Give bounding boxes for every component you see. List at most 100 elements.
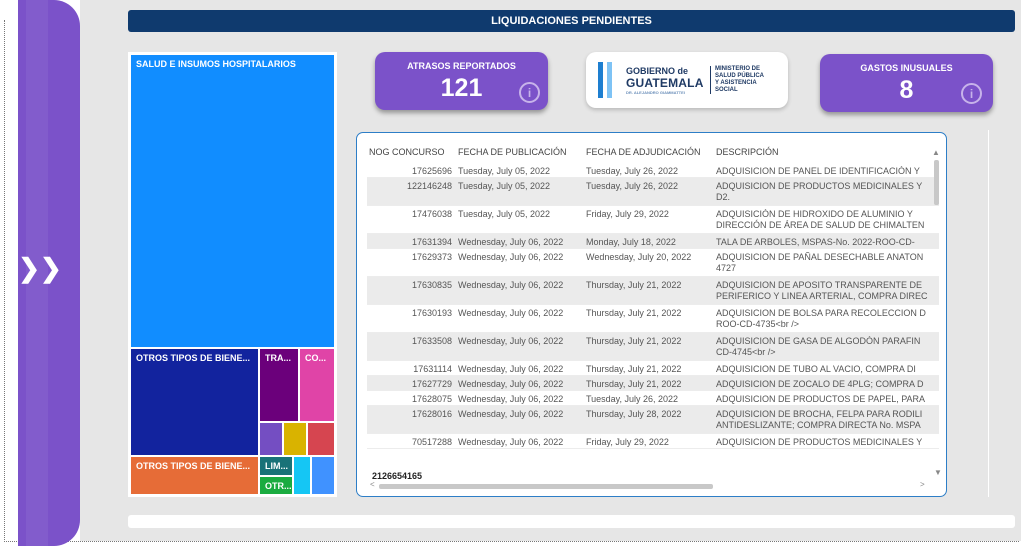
divider-line bbox=[988, 130, 989, 497]
vertical-scrollbar[interactable] bbox=[934, 160, 939, 205]
award-date-cell: Wednesday, July 20, 2022 bbox=[586, 252, 692, 262]
expand-panel-button[interactable]: ❯❯ bbox=[18, 248, 62, 288]
publication-date-cell: Wednesday, July 06, 2022 bbox=[458, 409, 564, 419]
table-row[interactable]: 17627729 Wednesday, July 06, 2022 Thursday… bbox=[367, 376, 939, 391]
treemap-cell-purple[interactable] bbox=[259, 422, 283, 456]
treemap-cell-blue[interactable] bbox=[311, 456, 335, 495]
scroll-left-icon[interactable]: < bbox=[370, 480, 375, 489]
treemap-cell-label: SALUD E INSUMOS HOSPITALARIOS bbox=[136, 59, 296, 69]
publication-date-cell: Wednesday, July 06, 2022 bbox=[458, 437, 564, 447]
nog-cell: 17627729 bbox=[411, 379, 452, 389]
description-cell: ADQUISICION DE BROCHA, FELPA PARA RODILI… bbox=[716, 409, 923, 430]
nog-cell: 70517288 bbox=[411, 437, 452, 447]
award-date-cell: Thursday, July 21, 2022 bbox=[586, 364, 682, 374]
treemap-cell-label: OTR... bbox=[265, 481, 292, 491]
info-icon[interactable]: i bbox=[519, 82, 540, 103]
logo-ministry-line: Y ASISTENCIA bbox=[715, 80, 757, 86]
nog-cell: 17631114 bbox=[413, 364, 452, 374]
treemap-cell-label: CO... bbox=[305, 353, 327, 363]
kpi-label: GASTOS INUSUALES bbox=[860, 63, 953, 73]
table-row[interactable]: 70517288 Wednesday, July 06, 2022 Friday, … bbox=[367, 434, 939, 449]
description-cell: ADQUISICION DE PRODUCTOS MEDICINALES Y D… bbox=[716, 181, 923, 202]
table-row[interactable]: 17629373 Wednesday, July 06, 2022 Wednesda… bbox=[367, 249, 939, 277]
table-row[interactable]: 17631394 Wednesday, July 06, 2022 Monday, … bbox=[367, 234, 939, 249]
logo-ministry-line: MINISTERIO DE bbox=[715, 66, 761, 72]
treemap-cell-label: OTROS TIPOS DE BIENE... bbox=[136, 461, 251, 471]
award-date-cell: Thursday, July 21, 2022 bbox=[586, 336, 682, 346]
treemap-cell-co[interactable]: CO... bbox=[299, 348, 335, 422]
sort-up-icon[interactable]: ▲ bbox=[932, 148, 940, 157]
award-date-cell: Thursday, July 21, 2022 bbox=[586, 379, 682, 389]
treemap-cell-cyan[interactable] bbox=[293, 456, 311, 495]
procurement-table: NOG CONCURSO FECHA DE PUBLICACIÓN FECHA … bbox=[356, 132, 947, 497]
table-header: NOG CONCURSO FECHA DE PUBLICACIÓN FECHA … bbox=[367, 143, 940, 163]
flag-bars-icon bbox=[598, 62, 614, 98]
treemap-cell-lim[interactable]: LIM... bbox=[259, 456, 293, 476]
description-cell: ADQUISICION DE APOSITO TRANSPARENTE DE P… bbox=[716, 280, 928, 301]
horizontal-scrollbar[interactable] bbox=[379, 484, 713, 489]
treemap-chart: SALUD E INSUMOS HOSPITALARIOS OTROS TIPO… bbox=[128, 52, 337, 497]
treemap-cell-tra[interactable]: TRA... bbox=[259, 348, 299, 422]
column-header[interactable]: NOG CONCURSO bbox=[369, 147, 445, 157]
award-date-cell: Thursday, July 21, 2022 bbox=[586, 280, 682, 290]
logo-text: GOBIERNO de GUATEMALA DR. ALEJANDRO GIAM… bbox=[626, 66, 704, 95]
table-row[interactable]: 17625696 Tuesday, July 05, 2022 Tuesday, J… bbox=[367, 163, 939, 178]
treemap-cell-salud[interactable]: SALUD E INSUMOS HOSPITALARIOS bbox=[130, 54, 335, 348]
logo-line3: DR. ALEJANDRO GIAMMATTEI bbox=[626, 90, 685, 95]
logo-ministry: MINISTERIO DE SALUD PÚBLICA Y ASISTENCIA… bbox=[715, 66, 764, 94]
bottom-slicer-bar bbox=[128, 515, 1015, 528]
dotted-border-left bbox=[4, 20, 5, 542]
nog-cell: 17625696 bbox=[411, 166, 452, 176]
publication-date-cell: Wednesday, July 06, 2022 bbox=[458, 280, 564, 290]
award-date-cell: Tuesday, July 26, 2022 bbox=[586, 394, 679, 404]
publication-date-cell: Tuesday, July 05, 2022 bbox=[458, 166, 551, 176]
column-header[interactable]: DESCRIPCIÓN bbox=[716, 147, 779, 157]
award-date-cell: Monday, July 18, 2022 bbox=[586, 237, 676, 247]
info-icon[interactable]: i bbox=[961, 83, 982, 104]
nog-cell: 17631394 bbox=[411, 237, 452, 247]
table-row[interactable]: 17628075 Wednesday, July 06, 2022 Tuesday,… bbox=[367, 391, 939, 406]
kpi-label: ATRASOS REPORTADOS bbox=[407, 61, 516, 71]
logo-line2: GUATEMALA bbox=[626, 76, 704, 90]
treemap-cell-otros-bienes-1[interactable]: OTROS TIPOS DE BIENE... bbox=[130, 348, 259, 456]
table-row[interactable]: 17476038 Tuesday, July 05, 2022 Friday, Ju… bbox=[367, 206, 939, 234]
kpi-card-gastos: GASTOS INUSUALES 8 i bbox=[820, 54, 993, 112]
description-cell: ADQUISICION DE PAÑAL DESECHABLE ANATON 4… bbox=[716, 252, 924, 273]
dotted-border-bottom bbox=[4, 541, 1019, 542]
column-header[interactable]: FECHA DE ADJUDICACIÓN bbox=[586, 147, 701, 157]
page-title: LIQUIDACIONES PENDIENTES bbox=[491, 15, 652, 27]
award-date-cell: Friday, July 29, 2022 bbox=[586, 209, 669, 219]
publication-date-cell: Wednesday, July 06, 2022 bbox=[458, 336, 564, 346]
publication-date-cell: Wednesday, July 06, 2022 bbox=[458, 237, 564, 247]
table-row[interactable]: 122146248 Tuesday, July 05, 2022 Tuesday, … bbox=[367, 178, 939, 206]
award-date-cell: Friday, July 29, 2022 bbox=[586, 437, 669, 447]
treemap-cell-yellow[interactable] bbox=[283, 422, 307, 456]
treemap-cell-otr[interactable]: OTR... bbox=[259, 476, 293, 495]
publication-date-cell: Wednesday, July 06, 2022 bbox=[458, 394, 564, 404]
award-date-cell: Thursday, July 21, 2022 bbox=[586, 308, 682, 318]
description-cell: ADQUISICION DE BOLSA PARA RECOLECCION D … bbox=[716, 308, 926, 329]
table-row[interactable]: 17630835 Wednesday, July 06, 2022 Thursday… bbox=[367, 277, 939, 305]
table-total: 2126654165 bbox=[372, 471, 423, 481]
treemap-cell-label: LIM... bbox=[265, 461, 288, 471]
nog-cell: 17628016 bbox=[411, 409, 452, 419]
treemap-cell-otros-bienes-2[interactable]: OTROS TIPOS DE BIENE... bbox=[130, 456, 259, 495]
nog-cell: 17630835 bbox=[411, 280, 452, 290]
scroll-right-icon[interactable]: > bbox=[920, 480, 925, 489]
column-header[interactable]: FECHA DE PUBLICACIÓN bbox=[458, 147, 567, 157]
logo-line1: GOBIERNO de bbox=[626, 66, 689, 76]
publication-date-cell: Wednesday, July 06, 2022 bbox=[458, 364, 564, 374]
logo-ministry-line: SOCIAL bbox=[715, 87, 738, 93]
description-cell: ADQUISICIÓN DE HIDROXIDO DE ALUMINIO Y D… bbox=[716, 209, 925, 230]
nog-cell: 122146248 bbox=[406, 181, 452, 191]
report-frame: ❯❯ LIQUIDACIONES PENDIENTES SALUD E INSU… bbox=[0, 0, 1021, 546]
table-row[interactable]: 17630193 Wednesday, July 06, 2022 Thursday… bbox=[367, 305, 939, 333]
table-row[interactable]: 17631114 Wednesday, July 06, 2022 Thursday… bbox=[367, 361, 939, 376]
publication-date-cell: Tuesday, July 05, 2022 bbox=[458, 209, 551, 219]
government-logo: GOBIERNO de GUATEMALA DR. ALEJANDRO GIAM… bbox=[586, 52, 788, 108]
award-date-cell: Thursday, July 28, 2022 bbox=[586, 409, 682, 419]
treemap-cell-red[interactable] bbox=[307, 422, 335, 456]
scroll-down-icon[interactable]: ▼ bbox=[934, 468, 942, 477]
table-row[interactable]: 17633508 Wednesday, July 06, 2022 Thursday… bbox=[367, 333, 939, 361]
table-row[interactable]: 17628016 Wednesday, July 06, 2022 Thursday… bbox=[367, 406, 939, 434]
